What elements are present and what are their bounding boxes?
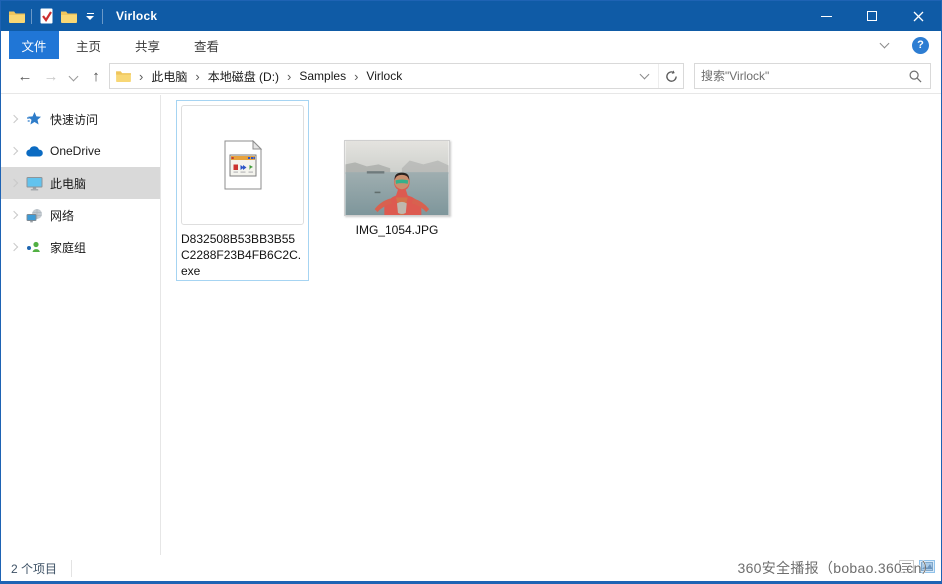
sidebar-item-homegroup[interactable]: 家庭组 [1,231,160,263]
search-box [694,63,931,89]
file-item-jpg[interactable]: IMG_1054.JPG [344,140,450,237]
status-divider [71,559,73,577]
explorer-window: Virlock 文件 主页 共享 查看 ? ← → ↑ › 此电脑 › 本地磁盘… [0,0,942,584]
item-count: 2 个项目 [11,561,58,576]
maximize-icon [867,11,877,21]
up-button[interactable]: ↑ [85,59,107,93]
qat-dropdown-icon[interactable] [83,5,97,27]
main-area: 快速访问 OneDrive 此电脑 网络 家庭组 D832508B53BB3B5… [1,95,941,555]
minimize-icon [820,15,832,17]
sidebar-item-network[interactable]: 网络 [1,199,160,231]
qat-separator [31,8,32,24]
crumb-separator: › [287,68,292,84]
window-controls [803,1,941,31]
search-icon [909,70,922,82]
quick-access-toolbar [1,5,108,27]
breadcrumb-local-disk-d[interactable]: 本地磁盘 (D:) [208,68,279,85]
breadcrumb-samples[interactable]: Samples [299,69,346,83]
maximize-button[interactable] [849,1,895,31]
chevron-right-icon[interactable] [9,114,19,124]
new-folder-icon[interactable] [60,5,78,27]
window-title: Virlock [116,9,158,23]
qat-separator [102,8,103,24]
back-button[interactable]: ← [13,59,37,93]
address-bar-right [637,64,683,88]
homegroup-icon [25,240,43,254]
address-bar[interactable]: › 此电脑 › 本地磁盘 (D:) › Samples › Virlock [109,63,684,89]
title-bar: Virlock [1,1,941,31]
watermark-text: 360安全播报（bobao.360.cn） [737,560,936,576]
chevron-right-icon[interactable] [9,146,19,156]
sidebar-item-label: 网络 [50,208,75,223]
address-folder-icon [116,70,131,82]
tab-home[interactable]: 主页 [59,31,118,59]
navigation-bar: ← → ↑ › 此电脑 › 本地磁盘 (D:) › Samples › Virl… [1,59,941,94]
minimize-button[interactable] [803,1,849,31]
chevron-right-icon[interactable] [9,210,19,220]
sidebar-item-quick-access[interactable]: 快速访问 [1,103,160,135]
address-dropdown-chevron-icon[interactable] [639,69,650,80]
search-button[interactable] [901,70,930,83]
executable-file-icon [224,140,262,190]
forward-button[interactable]: → [39,59,63,93]
refresh-icon [665,69,677,82]
sidebar-item-label: 家庭组 [50,240,87,255]
this-pc-monitor-icon [25,176,43,191]
ribbon-right-controls: ? [879,31,941,59]
sidebar-item-label: 此电脑 [50,176,87,191]
help-button[interactable]: ? [912,36,929,54]
app-folder-icon [8,5,26,27]
search-input[interactable] [695,69,901,83]
properties-check-icon[interactable] [37,5,55,27]
tab-file[interactable]: 文件 [9,31,59,59]
file-name-label: D832508B53BB3B55 C2288F23B4FB6C2C. exe [181,232,302,278]
sidebar-item-label: OneDrive [50,144,101,158]
tab-share[interactable]: 共享 [118,31,177,59]
crumb-separator: › [354,68,359,84]
breadcrumb-virlock[interactable]: Virlock [366,69,402,83]
chevron-right-icon[interactable] [9,178,19,188]
expand-ribbon-chevron-icon[interactable] [879,38,890,48]
photo-thumbnail [344,140,450,216]
navigation-pane: 快速访问 OneDrive 此电脑 网络 家庭组 [1,95,161,555]
file-name-label: IMG_1054.JPG [355,223,439,237]
close-button[interactable] [895,1,941,31]
sidebar-item-this-pc[interactable]: 此电脑 [1,167,160,199]
tab-view[interactable]: 查看 [177,31,236,59]
refresh-button[interactable] [658,64,683,88]
status-bar: 2 个项目 360安全播报（bobao.360.cn） [1,555,941,581]
close-icon [913,11,923,21]
sidebar-item-onedrive[interactable]: OneDrive [1,135,160,167]
file-item-exe[interactable]: D832508B53BB3B55 C2288F23B4FB6C2C. exe [176,100,309,281]
history-chevron-button[interactable] [64,59,82,93]
onedrive-cloud-icon [25,145,43,157]
sidebar-item-label: 快速访问 [50,112,99,127]
crumb-separator: › [139,68,144,84]
breadcrumb-this-pc[interactable]: 此电脑 [151,68,187,85]
exe-icon-frame [181,105,304,225]
network-icon [25,208,43,223]
file-list-area[interactable]: D832508B53BB3B55 C2288F23B4FB6C2C. exe I… [161,95,941,555]
quick-access-star-icon [25,111,43,127]
crumb-separator: › [195,68,200,84]
ribbon-tab-row: 文件 主页 共享 查看 ? [1,31,941,59]
chevron-right-icon[interactable] [9,242,19,252]
